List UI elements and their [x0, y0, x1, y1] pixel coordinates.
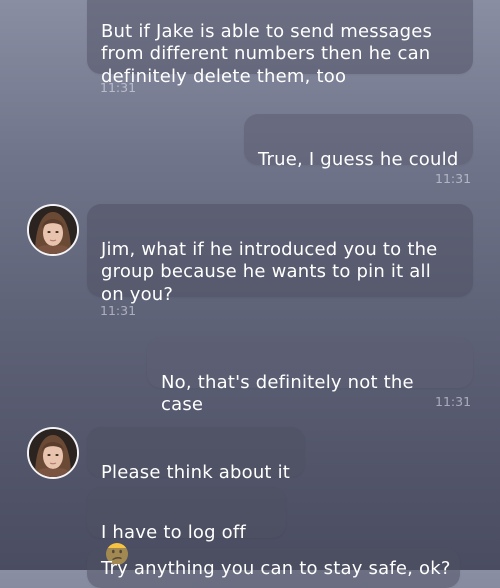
message-text: Try anything you can to stay safe, ok?	[101, 558, 451, 579]
message-text: Jim, what if he introduced you to the gr…	[101, 238, 438, 305]
message-text: True, I guess he could	[258, 148, 459, 170]
message-bubble-outgoing: True, I guess he could	[244, 114, 473, 170]
contact-avatar[interactable]	[27, 427, 79, 479]
avatar-photo	[29, 429, 77, 477]
message-bubble-outgoing: No, that's definitely not the case	[147, 337, 473, 415]
message-text: No, that's definitely not the case	[161, 371, 414, 416]
message-bubble-incoming: Try anything you can to stay safe, ok?	[87, 548, 460, 588]
message-timestamp: 11:31	[435, 394, 472, 409]
avatar-photo	[29, 206, 77, 254]
message-timestamp: 11:31	[100, 303, 137, 318]
message-bubble-incoming: But if Jake is able to send messages fro…	[87, 0, 473, 87]
contact-avatar[interactable]	[27, 204, 79, 256]
message-bubble-incoming: Please think about it	[87, 427, 305, 483]
message-timestamp: 11:31	[435, 171, 472, 186]
message-bubble-incoming: Jim, what if he introduced you to the gr…	[87, 204, 473, 305]
message-text: But if Jake is able to send messages fro…	[101, 20, 433, 87]
message-timestamp: 11:31	[100, 80, 137, 95]
message-text: I have to log off	[101, 521, 246, 543]
message-text: Please think about it	[101, 461, 291, 483]
chat-thread: But if Jake is able to send messages fro…	[0, 0, 500, 588]
message-bubble-incoming: I have to log off	[87, 487, 286, 565]
